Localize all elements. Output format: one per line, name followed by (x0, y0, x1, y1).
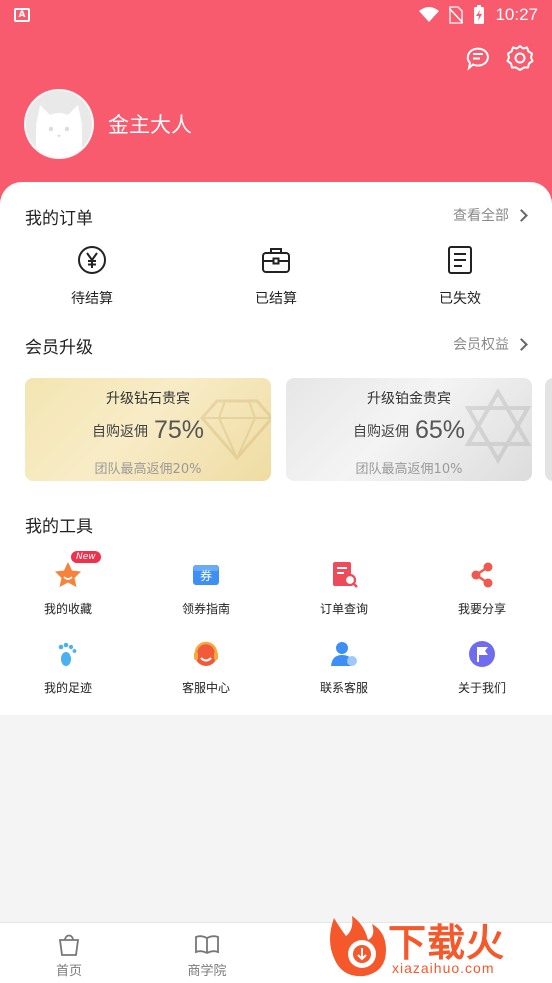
wifi-icon (419, 7, 440, 22)
tool-order-search[interactable]: 订单查询 (284, 560, 404, 617)
watermark-url: xiazaihuo.com (392, 960, 495, 976)
username[interactable]: 金主大人 (108, 109, 192, 139)
tier-rate-label: 自购返佣 (91, 424, 148, 440)
shopping-bag-icon (58, 934, 80, 956)
tier-rate-row: 自购返佣 75% (25, 416, 271, 445)
tier-name: 升级铂金贵宾 (367, 391, 451, 407)
member-benefits-label: 会员权益 (453, 337, 509, 353)
settings-gear-icon[interactable] (506, 44, 534, 72)
coupon-glyph: 券 (199, 569, 212, 583)
status-time: 10:27 (495, 5, 538, 24)
tool-label: 我的收藏 (43, 602, 92, 616)
star-icon: New (53, 551, 101, 590)
new-badge: New (71, 551, 101, 563)
tool-about-us[interactable]: 关于我们 (422, 639, 542, 696)
headset-icon (194, 641, 218, 666)
tool-label: 我要分享 (457, 602, 506, 616)
share-icon (471, 562, 493, 588)
tier-team-rate: 团队最高返佣10% (355, 462, 463, 477)
tool-footprints[interactable]: 我的足迹 (8, 639, 128, 696)
tier-card-diamond[interactable]: 升级钻石贵宾 自购返佣 75% 团队最高返佣20% (25, 378, 271, 481)
yen-circle-icon (78, 246, 106, 274)
tool-label: 订单查询 (319, 602, 368, 616)
view-all-label: 查看全部 (453, 208, 509, 224)
avatar[interactable] (24, 89, 94, 159)
orders-section-title: 我的订单 (25, 209, 93, 229)
tab-home[interactable]: 首页 (34, 931, 104, 979)
order-settled[interactable]: 已结算 (216, 244, 336, 308)
tier-rate-value: 75% (153, 416, 205, 444)
tier-rate-row: 自购返佣 65% (286, 416, 532, 445)
tier-card-next-peek[interactable] (545, 378, 552, 481)
tier-rate-label: 自购返佣 (352, 424, 409, 440)
tab-label: 首页 (55, 964, 82, 979)
tool-label: 领券指南 (181, 602, 230, 616)
watermark-text: 下载火 (388, 921, 506, 965)
tool-coupon-guide[interactable]: 券 领券指南 (146, 560, 266, 617)
order-item-label: 待结算 (71, 291, 113, 307)
message-icon[interactable] (464, 44, 492, 72)
contact-icon (331, 642, 357, 666)
no-sim-icon (449, 6, 464, 24)
tier-name: 升级钻石贵宾 (106, 391, 190, 407)
order-search-icon (333, 562, 358, 588)
tab-business-school[interactable]: 商学院 (172, 931, 242, 979)
briefcase-icon (262, 248, 290, 273)
order-expired[interactable]: 已失效 (400, 244, 520, 308)
tool-service-center[interactable]: 客服中心 (146, 639, 266, 696)
tools-section-title: 我的工具 (25, 517, 93, 537)
site-watermark: 下载火 xiazaihuo.com (324, 910, 552, 983)
tool-share[interactable]: 我要分享 (422, 560, 542, 617)
tool-label: 关于我们 (457, 681, 506, 695)
tool-label: 我的足迹 (43, 681, 92, 695)
tool-label: 联系客服 (319, 681, 368, 695)
tier-rate-value: 65% (414, 416, 466, 444)
chevron-right-icon (515, 208, 528, 222)
status-bar: A 10:27 (0, 0, 552, 32)
order-pending-settlement[interactable]: 待结算 (32, 244, 152, 308)
member-benefits-link[interactable]: 会员权益 (453, 334, 530, 354)
tool-label: 客服中心 (181, 681, 230, 695)
header-actions (464, 44, 534, 72)
tier-card-platinum[interactable]: 升级铂金贵宾 自购返佣 65% 团队最高返佣10% (286, 378, 532, 481)
view-all-orders-link[interactable]: 查看全部 (453, 205, 530, 225)
cat-avatar-icon (36, 105, 82, 157)
flag-icon (469, 641, 495, 667)
footprint-icon (58, 642, 77, 666)
order-item-label: 已结算 (255, 291, 297, 307)
book-icon (195, 935, 219, 955)
chevron-right-icon (515, 337, 528, 351)
document-icon (448, 246, 472, 274)
tool-favorites[interactable]: New 我的收藏 (8, 551, 128, 617)
battery-icon (474, 5, 485, 24)
flame-logo-icon (330, 916, 386, 977)
tool-contact-service[interactable]: 联系客服 (284, 639, 404, 696)
tier-team-rate: 团队最高返佣20% (94, 462, 202, 477)
coupon-icon: 券 (191, 560, 221, 590)
membership-section-title: 会员升级 (25, 338, 93, 358)
order-item-label: 已失效 (439, 291, 481, 307)
app-notification-icon: A (14, 8, 30, 22)
tab-label: 商学院 (187, 964, 227, 979)
